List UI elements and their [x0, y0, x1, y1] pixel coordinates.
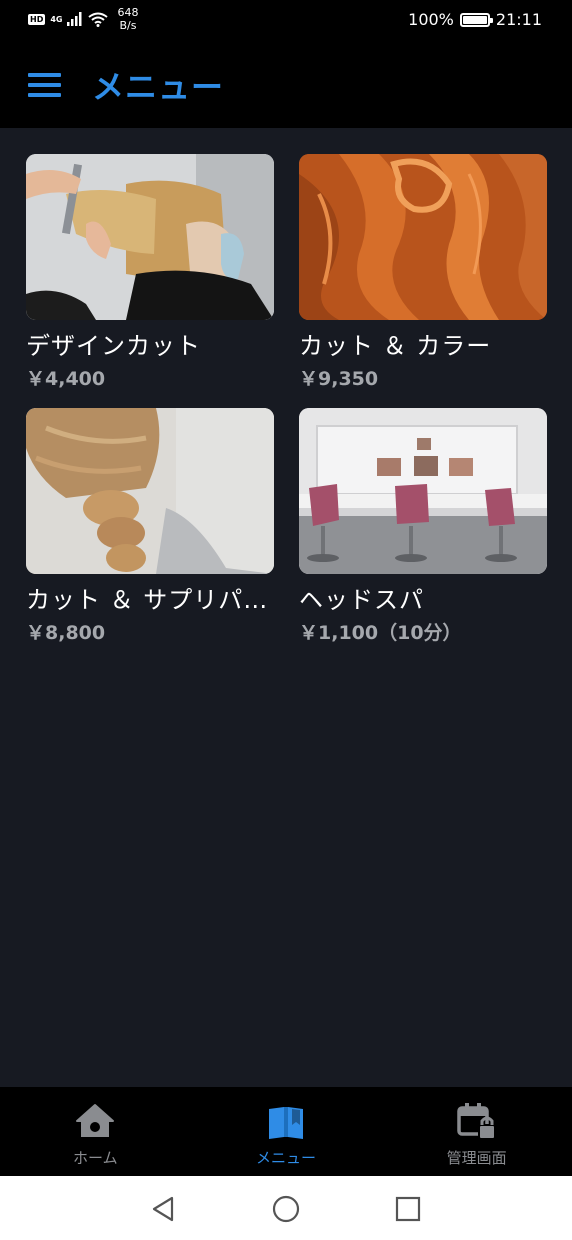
status-right: 100% 21:11: [408, 10, 542, 29]
battery-icon: [459, 12, 493, 27]
nav-item-menu[interactable]: メニュー: [191, 1087, 382, 1176]
hamburger-icon[interactable]: [28, 73, 62, 97]
network-speed: 648 B/s: [117, 6, 138, 32]
menu-card-cut-color[interactable]: カット ＆ カラー ￥9,350: [299, 154, 547, 391]
wifi-icon: [88, 12, 109, 27]
colored-hair-photo: [299, 154, 547, 320]
home-icon: [76, 1104, 115, 1137]
speed-unit: B/s: [119, 19, 137, 32]
menu-item-price: ￥9,350: [299, 368, 379, 390]
system-navigation-bar: [0, 1176, 572, 1240]
app-header: メニュー: [0, 40, 572, 128]
menu-card-head-spa[interactable]: ヘッドスパ ￥1,100（10分）: [299, 408, 547, 645]
speed-value: 648: [117, 6, 139, 19]
status-bar: HD 4G 648 B/s 100% 21:11: [0, 0, 572, 40]
home-circle-icon[interactable]: [271, 1194, 301, 1224]
menu-item-price: ￥4,400: [26, 368, 106, 390]
menu-item-name: ヘッドスパ: [299, 586, 424, 614]
menu-card-cut-supplement[interactable]: カット ＆ サプリパ… ￥8,800: [26, 408, 274, 645]
recents-square-icon[interactable]: [393, 1194, 423, 1224]
nav-label-admin: 管理画面: [446, 1149, 507, 1167]
bottom-navigation: ホーム メニュー 管理画面: [0, 1087, 572, 1176]
nav-item-home[interactable]: ホーム: [0, 1087, 191, 1176]
salon-interior-photo: [299, 408, 547, 574]
page-title: メニュー: [92, 68, 225, 106]
nav-item-admin[interactable]: 管理画面: [381, 1087, 572, 1176]
book-icon: [269, 1107, 303, 1139]
braided-hair-photo: [26, 408, 274, 574]
clock: 21:11: [495, 10, 542, 29]
nav-label-menu: メニュー: [256, 1149, 317, 1167]
hd-badge: HD: [28, 13, 46, 25]
battery-percent: 100%: [408, 10, 454, 29]
status-left: HD 4G 648 B/s: [28, 6, 138, 32]
menu-item-name: カット ＆ サプリパ…: [26, 586, 269, 614]
menu-item-name: デザインカット: [26, 332, 201, 360]
network-type: 4G: [50, 14, 63, 24]
battery-fill: [462, 15, 487, 24]
calendar-lock-icon: [456, 1103, 496, 1140]
back-triangle-icon[interactable]: [148, 1194, 178, 1224]
cellular-signal-icon: [67, 12, 82, 26]
menu-item-price: ￥8,800: [26, 622, 106, 644]
nav-label-home: ホーム: [73, 1149, 118, 1167]
menu-card-design-cut[interactable]: デザインカット ￥4,400: [26, 154, 274, 391]
menu-item-price: ￥1,100（10分）: [299, 622, 462, 644]
haircut-photo: [26, 154, 274, 320]
menu-item-name: カット ＆ カラー: [299, 332, 492, 360]
